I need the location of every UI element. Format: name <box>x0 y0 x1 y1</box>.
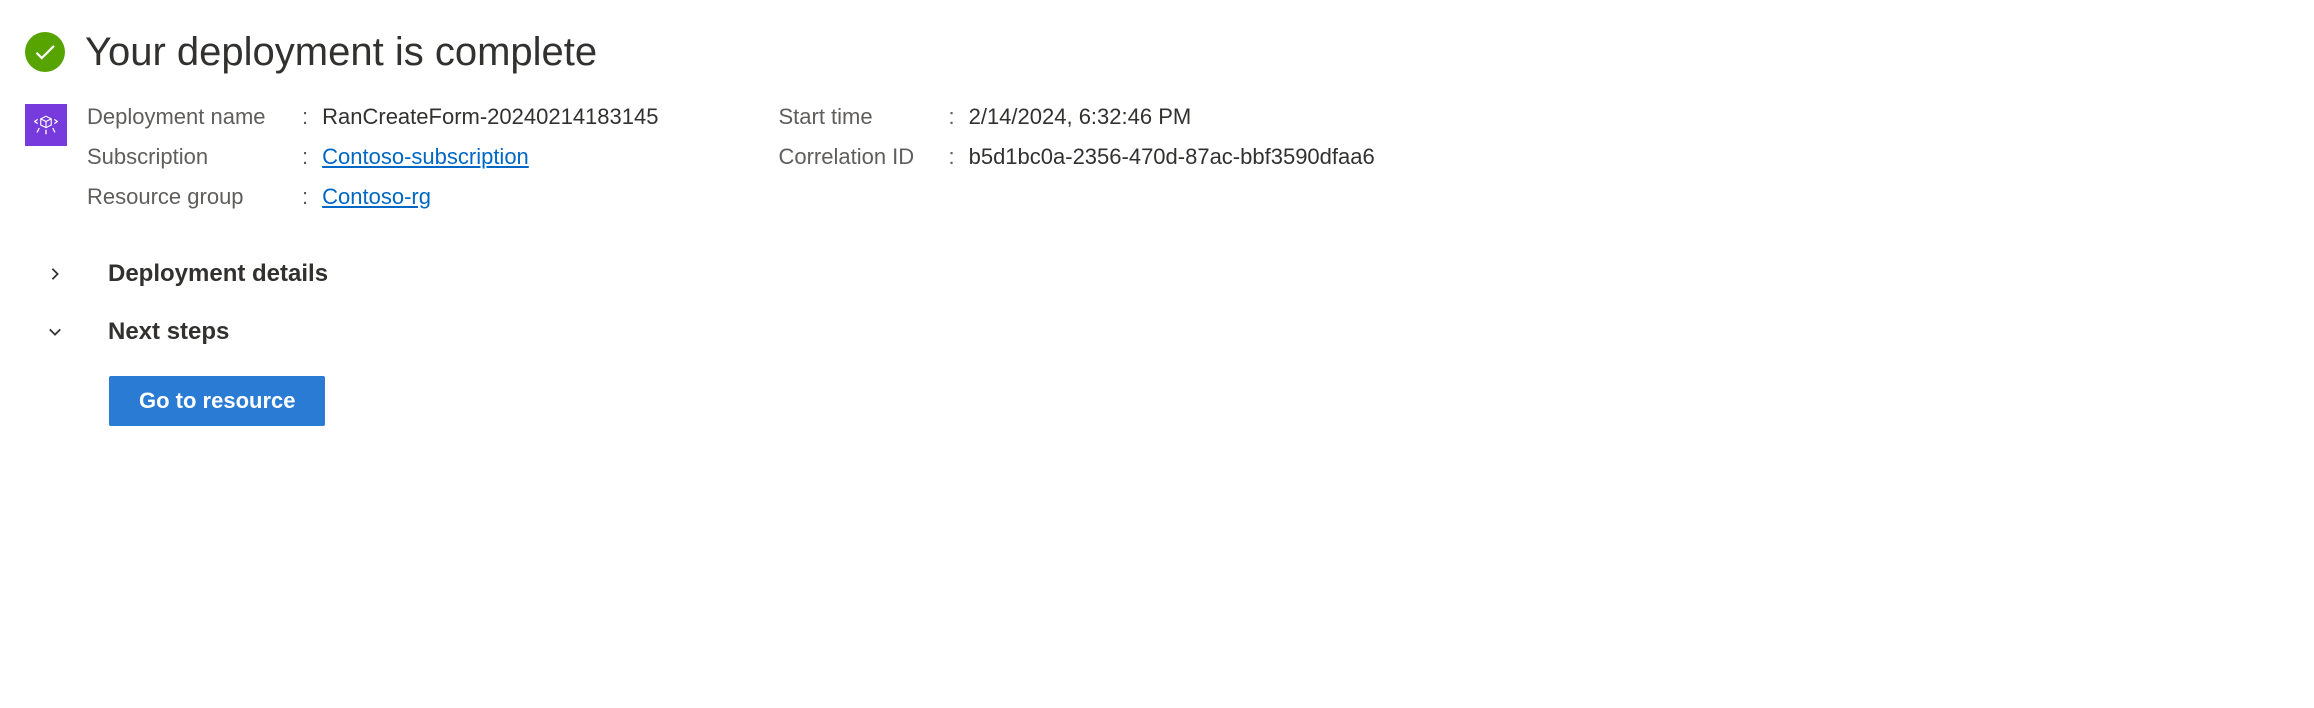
colon: : <box>302 184 308 210</box>
resource-group-label: Resource group <box>87 184 302 210</box>
next-steps-toggle[interactable]: Next steps <box>25 318 2289 346</box>
colon: : <box>302 144 308 170</box>
arm-template-icon <box>25 104 67 146</box>
details-columns: Deployment name : RanCreateForm-20240214… <box>87 104 2289 210</box>
next-steps-label: Next steps <box>108 318 229 346</box>
deployment-name-label: Deployment name <box>87 104 302 130</box>
subscription-row: Subscription : Contoso-subscription <box>87 144 658 170</box>
deployment-name-value: RanCreateForm-20240214183145 <box>322 104 658 130</box>
deployment-details-label: Deployment details <box>108 260 328 288</box>
resource-group-row: Resource group : Contoso-rg <box>87 184 658 210</box>
subscription-link[interactable]: Contoso-subscription <box>322 144 529 170</box>
details-right-column: Start time : 2/14/2024, 6:32:46 PM Corre… <box>778 104 1374 210</box>
deployment-name-row: Deployment name : RanCreateForm-20240214… <box>87 104 658 130</box>
start-time-label: Start time <box>778 104 948 130</box>
resource-group-link[interactable]: Contoso-rg <box>322 184 431 210</box>
correlation-id-value: b5d1bc0a-2356-470d-87ac-bbf3590dfaa6 <box>969 144 1375 170</box>
correlation-id-row: Correlation ID : b5d1bc0a-2356-470d-87ac… <box>778 144 1374 170</box>
start-time-value: 2/14/2024, 6:32:46 PM <box>969 104 1192 130</box>
deployment-summary: Deployment name : RanCreateForm-20240214… <box>25 104 2289 210</box>
header-row: Your deployment is complete <box>25 30 2289 74</box>
colon: : <box>948 104 954 130</box>
details-left-column: Deployment name : RanCreateForm-20240214… <box>87 104 658 210</box>
colon: : <box>302 104 308 130</box>
correlation-id-label: Correlation ID <box>778 144 948 170</box>
chevron-down-icon <box>47 324 63 340</box>
success-check-icon <box>25 32 65 72</box>
chevron-right-icon <box>47 266 63 282</box>
go-to-resource-button[interactable]: Go to resource <box>109 376 325 426</box>
button-row: Go to resource <box>25 376 2289 426</box>
subscription-label: Subscription <box>87 144 302 170</box>
colon: : <box>948 144 954 170</box>
deployment-details-toggle[interactable]: Deployment details <box>25 260 2289 288</box>
page-title: Your deployment is complete <box>85 30 597 74</box>
start-time-row: Start time : 2/14/2024, 6:32:46 PM <box>778 104 1374 130</box>
